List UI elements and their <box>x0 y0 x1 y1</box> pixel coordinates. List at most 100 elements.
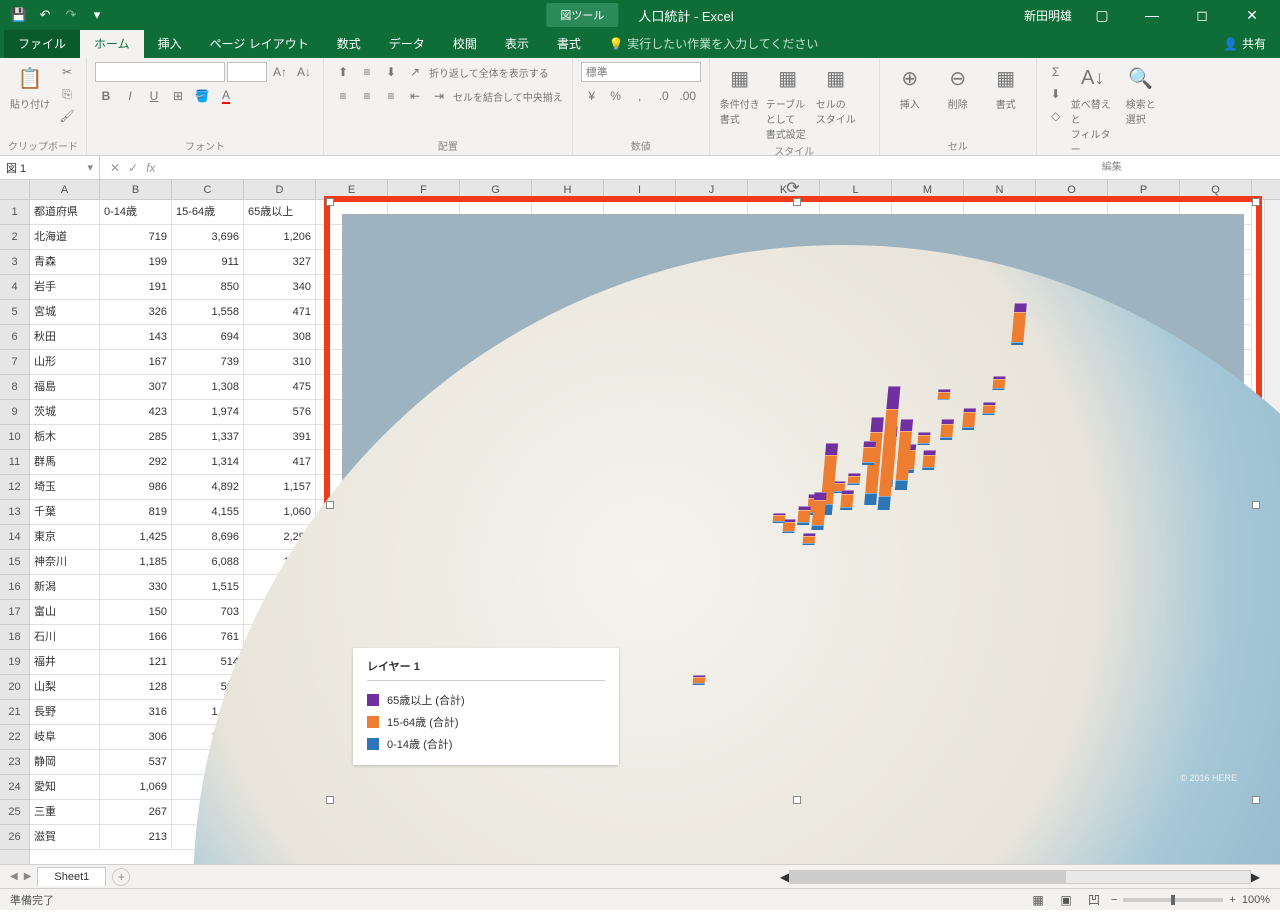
cell[interactable]: 1,206 <box>244 225 316 250</box>
column-header[interactable]: N <box>964 180 1036 199</box>
column-header[interactable]: F <box>388 180 460 199</box>
cell[interactable]: 167 <box>100 350 172 375</box>
percent-icon[interactable]: % <box>605 86 627 106</box>
increase-font-icon[interactable]: A↑ <box>269 62 291 82</box>
delete-cells-button[interactable]: ⊖削除 <box>936 62 980 111</box>
copy-icon[interactable]: ⎘ <box>56 84 78 104</box>
cell[interactable]: 191 <box>100 275 172 300</box>
cell[interactable]: 1,974 <box>172 400 244 425</box>
align-center-icon[interactable]: ≡ <box>356 86 378 106</box>
tab-insert[interactable]: 挿入 <box>144 29 196 58</box>
cell[interactable]: 1,308 <box>172 375 244 400</box>
row-header[interactable]: 2 <box>0 225 29 250</box>
find-select-button[interactable]: 🔍検索と 選択 <box>1119 62 1163 126</box>
row-header[interactable]: 19 <box>0 650 29 675</box>
cell[interactable]: 青森 <box>30 250 100 275</box>
row-header[interactable]: 3 <box>0 250 29 275</box>
cell[interactable]: 北海道 <box>30 225 100 250</box>
cell[interactable]: 1,157 <box>244 475 316 500</box>
cell[interactable]: 1,337 <box>172 425 244 450</box>
cell[interactable]: 719 <box>100 225 172 250</box>
row-header[interactable]: 6 <box>0 325 29 350</box>
tab-view[interactable]: 表示 <box>491 29 543 58</box>
undo-icon[interactable]: ↶ <box>34 4 56 26</box>
comma-icon[interactable]: , <box>629 86 651 106</box>
cell[interactable]: 326 <box>100 300 172 325</box>
cell[interactable]: 1,060 <box>244 500 316 525</box>
enter-formula-icon[interactable]: ✓ <box>128 161 138 175</box>
cell[interactable]: 166 <box>100 625 172 650</box>
sheet-next-icon[interactable]: ▶ <box>24 871 32 882</box>
resize-handle-nw[interactable] <box>326 198 334 206</box>
cell[interactable]: 739 <box>172 350 244 375</box>
row-header[interactable]: 23 <box>0 750 29 775</box>
cell[interactable]: 3,696 <box>172 225 244 250</box>
cell[interactable]: 143 <box>100 325 172 350</box>
cell[interactable]: 岐阜 <box>30 725 100 750</box>
column-header[interactable]: C <box>172 180 244 199</box>
cell[interactable]: 307 <box>100 375 172 400</box>
cell[interactable]: 911 <box>172 250 244 275</box>
cell[interactable]: 1,069 <box>100 775 172 800</box>
cell[interactable]: 391 <box>244 425 316 450</box>
close-icon[interactable]: ✕ <box>1232 1 1272 29</box>
increase-indent-icon[interactable]: ⇥ <box>428 86 450 106</box>
cell[interactable]: 静岡 <box>30 750 100 775</box>
cell[interactable]: 4,892 <box>172 475 244 500</box>
cell[interactable]: 121 <box>100 650 172 675</box>
resize-handle-e[interactable] <box>1252 501 1260 509</box>
cell[interactable]: 128 <box>100 675 172 700</box>
align-top-icon[interactable]: ⬆ <box>332 62 354 82</box>
column-header[interactable]: I <box>604 180 676 199</box>
cell[interactable]: 417 <box>244 450 316 475</box>
cell[interactable]: 1,558 <box>172 300 244 325</box>
decrease-decimal-icon[interactable]: .00 <box>677 86 699 106</box>
cell[interactable]: 330 <box>100 575 172 600</box>
fill-icon[interactable]: ⬇ <box>1045 84 1067 104</box>
tab-page-layout[interactable]: ページ レイアウト <box>196 29 323 58</box>
format-cells-button[interactable]: ▦書式 <box>984 62 1028 111</box>
border-button[interactable]: ⊞ <box>167 86 189 106</box>
cell[interactable]: 愛知 <box>30 775 100 800</box>
column-header[interactable]: A <box>30 180 100 199</box>
row-header[interactable]: 26 <box>0 825 29 850</box>
worksheet-grid[interactable]: ABCDEFGHIJKLMNOPQ 1234567891011121314151… <box>0 180 1280 864</box>
cell[interactable]: 306 <box>100 725 172 750</box>
row-header[interactable]: 16 <box>0 575 29 600</box>
row-header[interactable]: 7 <box>0 350 29 375</box>
column-header[interactable]: D <box>244 180 316 199</box>
cell[interactable]: 都道府県 <box>30 200 100 225</box>
row-header[interactable]: 14 <box>0 525 29 550</box>
column-header[interactable]: E <box>316 180 388 199</box>
cell[interactable]: 308 <box>244 325 316 350</box>
cell[interactable]: 神奈川 <box>30 550 100 575</box>
cell[interactable]: 東京 <box>30 525 100 550</box>
column-header[interactable]: G <box>460 180 532 199</box>
cell[interactable]: 475 <box>244 375 316 400</box>
cell[interactable]: 1,425 <box>100 525 172 550</box>
cell[interactable]: 703 <box>172 600 244 625</box>
name-box[interactable]: 図 1▾ <box>0 156 100 179</box>
cell[interactable]: 秋田 <box>30 325 100 350</box>
row-header[interactable]: 12 <box>0 475 29 500</box>
cell[interactable]: 761 <box>172 625 244 650</box>
cell-style-button[interactable]: ▦セルの スタイル <box>814 62 858 126</box>
cell[interactable]: 8,696 <box>172 525 244 550</box>
row-header[interactable]: 24 <box>0 775 29 800</box>
cell[interactable]: 福島 <box>30 375 100 400</box>
cell[interactable]: 千葉 <box>30 500 100 525</box>
share-button[interactable]: 👤 共有 <box>1209 29 1280 58</box>
column-header[interactable]: L <box>820 180 892 199</box>
row-header[interactable]: 22 <box>0 725 29 750</box>
cut-icon[interactable]: ✂ <box>56 62 78 82</box>
cell[interactable]: 岩手 <box>30 275 100 300</box>
cell[interactable]: 1,314 <box>172 450 244 475</box>
decrease-font-icon[interactable]: A↓ <box>293 62 315 82</box>
tab-home[interactable]: ホーム <box>80 29 144 58</box>
number-format-combo[interactable]: 標準 <box>581 62 701 82</box>
row-header[interactable]: 4 <box>0 275 29 300</box>
cell[interactable]: 267 <box>100 800 172 825</box>
cell[interactable]: 340 <box>244 275 316 300</box>
cell[interactable]: 山梨 <box>30 675 100 700</box>
cell[interactable]: 694 <box>172 325 244 350</box>
